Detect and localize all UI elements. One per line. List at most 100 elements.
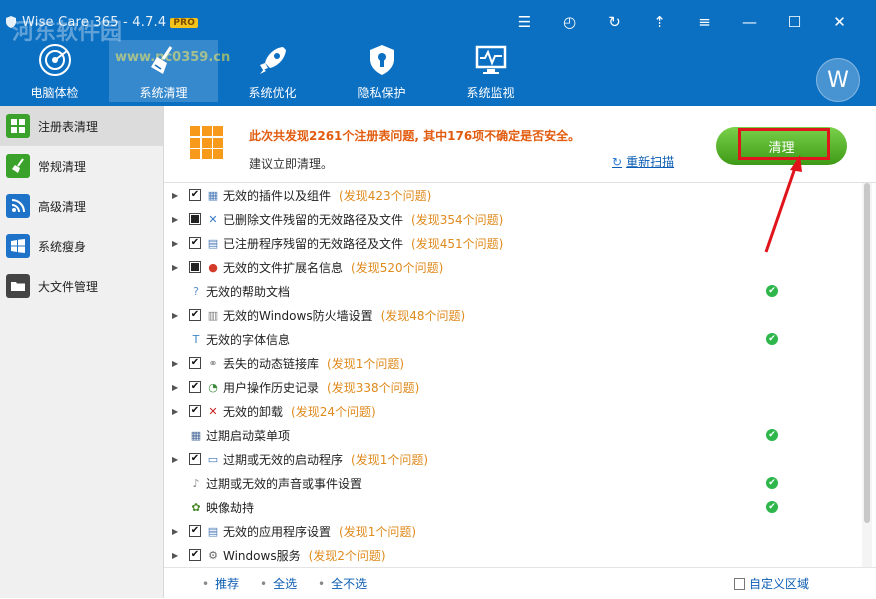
item-checkbox[interactable]: [189, 261, 201, 273]
expand-arrow-icon[interactable]: ▶: [172, 383, 182, 392]
list-item[interactable]: ▶ ✔ ▤ 已注册程序残留的无效路径及文件 (发现451个问题): [164, 231, 860, 255]
nav-label: 电脑体检: [30, 86, 79, 100]
item-checkbox[interactable]: ✔: [189, 357, 201, 369]
found-count: (发现1个问题): [327, 356, 405, 371]
expand-arrow-icon[interactable]: ▶: [172, 239, 182, 248]
expand-arrow-icon[interactable]: ▶: [172, 311, 182, 320]
item-checkbox[interactable]: ✔: [189, 405, 201, 417]
registry-icon: [6, 114, 30, 138]
main-nav: 电脑体检 系统清理 系统优化 隐私保护 系统监视: [0, 38, 545, 106]
registry-item-icon: ▭: [207, 452, 219, 466]
item-checkbox[interactable]: ✔: [189, 309, 201, 321]
timer-icon[interactable]: ◴: [547, 10, 592, 34]
expand-arrow-icon[interactable]: ▶: [172, 359, 182, 368]
registry-item-icon: ●: [208, 260, 218, 274]
item-label: Windows服务: [223, 548, 301, 563]
nav-label: 隐私保护: [357, 86, 406, 100]
found-count: (发现354个问题): [411, 212, 504, 227]
item-checkbox[interactable]: ✔: [189, 237, 201, 249]
sidebar-item-regular-clean[interactable]: 常规清理: [0, 146, 163, 186]
refresh-icon[interactable]: ↻: [592, 10, 637, 34]
list-item[interactable]: ▶ ✔ ▤ 无效的应用程序设置 (发现1个问题): [164, 519, 860, 543]
found-count: (发现338个问题): [327, 380, 420, 395]
list-item[interactable]: ▶ ✔ ▥ 无效的Windows防火墙设置 (发现48个问题): [164, 303, 860, 327]
registry-item-icon: ▤: [207, 236, 219, 250]
expand-arrow-icon[interactable]: ▶: [172, 551, 182, 560]
scrollbar-thumb[interactable]: [864, 183, 870, 523]
list-item[interactable]: T 无效的字体信息 ✔: [164, 327, 860, 351]
registry-item-icon: ⚭: [208, 356, 218, 370]
scan-summary: 此次共发现2261个注册表问题, 其中176项不确定是否安全。 建议立即清理。 …: [164, 106, 876, 183]
expand-arrow-icon[interactable]: ▶: [172, 263, 182, 272]
found-count: (发现24个问题): [291, 404, 376, 419]
registry-item-icon: ◔: [208, 380, 218, 394]
rescan-link[interactable]: ↻ 重新扫描: [612, 153, 674, 170]
select-none-link[interactable]: • 全不选: [318, 575, 367, 592]
item-checkbox[interactable]: [189, 213, 201, 225]
item-label: 无效的插件以及组件: [223, 188, 332, 203]
list-item[interactable]: ▶ ✔ ◔ 用户操作历史记录 (发现338个问题): [164, 375, 860, 399]
item-label: 用户操作历史记录: [223, 380, 320, 395]
sidebar-item-registry-clean[interactable]: 注册表清理: [0, 106, 163, 146]
sidebar-item-advanced-clean[interactable]: 高级清理: [0, 186, 163, 226]
list-item[interactable]: ▦ 过期启动菜单项 ✔: [164, 423, 860, 447]
expand-arrow-icon[interactable]: ▶: [172, 407, 182, 416]
nav-pc-checkup[interactable]: 电脑体检: [0, 40, 109, 102]
item-checkbox[interactable]: ✔: [189, 453, 201, 465]
found-count: (发现520个问题): [351, 260, 444, 275]
list-item[interactable]: ▶ ✔ ✕ 无效的卸载 (发现24个问题): [164, 399, 860, 423]
minimize-icon[interactable]: —: [727, 10, 772, 34]
registry-item-icon: ?: [193, 284, 199, 298]
registry-item-icon: ▥: [207, 308, 219, 322]
list-item[interactable]: ▶ ✔ ⚙ Windows服务 (发现2个问题): [164, 543, 860, 567]
nav-privacy[interactable]: 隐私保护: [327, 40, 436, 102]
item-label: 过期启动菜单项: [206, 428, 291, 443]
nav-system-clean[interactable]: 系统清理: [109, 40, 218, 102]
broom-icon: [144, 42, 184, 78]
list-item[interactable]: ♪ 过期或无效的声音或事件设置 ✔: [164, 471, 860, 495]
item-checkbox[interactable]: ✔: [189, 381, 201, 393]
list-item[interactable]: ▶ ✕ 已删除文件残留的无效路径及文件 (发现354个问题): [164, 207, 860, 231]
close-icon[interactable]: ✕: [817, 10, 862, 34]
registry-item-icon: ✕: [208, 212, 218, 226]
nav-label: 系统优化: [248, 86, 297, 100]
custom-area-link[interactable]: 自定义区域: [734, 575, 809, 592]
item-checkbox[interactable]: ✔: [189, 549, 201, 561]
title-bar: Wise Care 365 - 4.7.4 PRO 河东软件园 www.pc035…: [0, 0, 876, 65]
maximize-icon[interactable]: ☐: [772, 10, 817, 34]
window-controls: ☰ ◴ ↻ ⇡ ≡ — ☐ ✕: [502, 10, 862, 34]
item-checkbox[interactable]: ✔: [189, 189, 201, 201]
list-item[interactable]: ▶ ● 无效的文件扩展名信息 (发现520个问题): [164, 255, 860, 279]
select-all-link[interactable]: • 全选: [260, 575, 297, 592]
list-item[interactable]: ✿ 映像劫持 ✔: [164, 495, 860, 519]
broom-icon: [6, 154, 30, 178]
list-item[interactable]: ▶ ✔ ▦ 无效的插件以及组件 (发现423个问题): [164, 183, 860, 207]
list-item[interactable]: ? 无效的帮助文档 ✔: [164, 279, 860, 303]
list-item[interactable]: ▶ ✔ ▭ 过期或无效的启动程序 (发现1个问题): [164, 447, 860, 471]
shield-icon: [362, 42, 402, 78]
feedback-icon[interactable]: ☰: [502, 10, 547, 34]
registry-item-icon: ▦: [207, 188, 219, 202]
list-item[interactable]: ▶ ✔ ⚭ 丢失的动态链接库 (发现1个问题): [164, 351, 860, 375]
expand-arrow-icon[interactable]: ▶: [172, 527, 182, 536]
ok-check-icon: ✔: [766, 333, 778, 345]
summary-suggestion: 建议立即清理。: [249, 157, 334, 171]
expand-arrow-icon[interactable]: ▶: [172, 215, 182, 224]
list-scrollbar[interactable]: [862, 183, 872, 567]
expand-arrow-icon[interactable]: ▶: [172, 455, 182, 464]
windows-icon: [6, 234, 30, 258]
sidebar-item-large-files[interactable]: 大文件管理: [0, 266, 163, 306]
rescan-label: 重新扫描: [626, 155, 675, 169]
nav-system-optimize[interactable]: 系统优化: [218, 40, 327, 102]
registry-item-icon: ⚙: [208, 548, 218, 562]
sidebar-item-system-slim[interactable]: 系统瘦身: [0, 226, 163, 266]
update-icon[interactable]: ⇡: [637, 10, 682, 34]
item-checkbox[interactable]: ✔: [189, 525, 201, 537]
sidebar-item-label: 注册表清理: [38, 119, 99, 134]
menu-icon[interactable]: ≡: [682, 10, 727, 34]
user-avatar[interactable]: W: [816, 58, 860, 102]
expand-arrow-icon[interactable]: ▶: [172, 191, 182, 200]
clean-button[interactable]: 清理: [716, 127, 847, 165]
recommend-link[interactable]: • 推荐: [202, 575, 239, 592]
nav-system-monitor[interactable]: 系统监视: [436, 40, 545, 102]
